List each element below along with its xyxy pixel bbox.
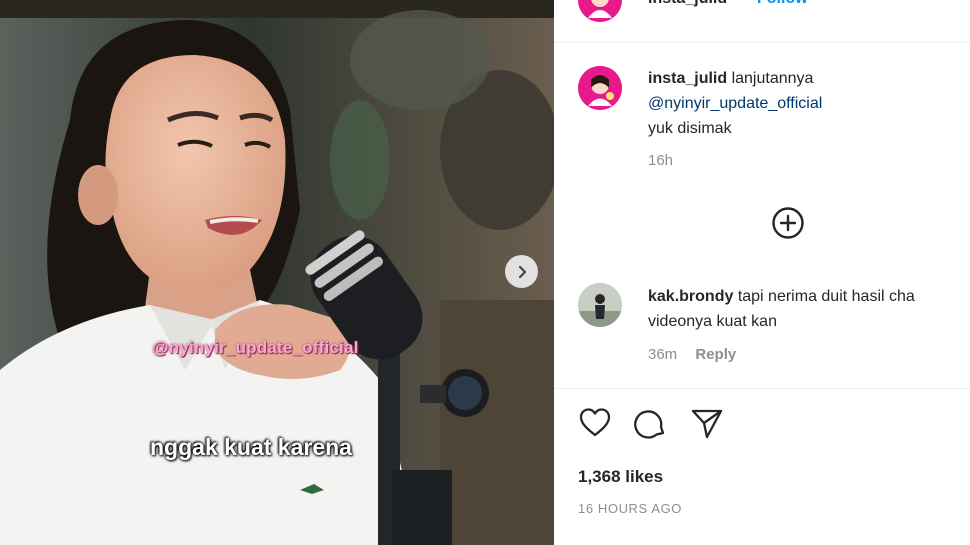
commenter-avatar[interactable] (578, 283, 622, 327)
post-media[interactable]: @nyinyir_update_official nggak kuat kare… (0, 0, 554, 545)
caption-meta: 16h (648, 152, 673, 169)
comment-time: 36m (648, 346, 678, 363)
share-button[interactable] (690, 406, 726, 442)
caption-mention[interactable]: @nyinyir_update_official (648, 95, 822, 112)
load-more-comments-button[interactable] (771, 206, 805, 240)
media-watermark: @nyinyir_update_official (152, 338, 359, 357)
comment-button[interactable] (634, 406, 670, 442)
comment-icon (634, 410, 665, 439)
next-media-button[interactable] (505, 255, 538, 288)
avatar-illustration (578, 0, 622, 22)
post-timestamp: 16 HOURS AGO (578, 501, 683, 516)
follow-button[interactable]: Follow (757, 0, 808, 8)
like-button[interactable] (578, 406, 614, 442)
separator-dot: • (741, 0, 747, 8)
send-icon (691, 409, 723, 439)
comment-line-1: tapi nerima duit hasil cha (737, 288, 915, 305)
likes-count[interactable]: 1,368 likes (578, 467, 663, 487)
comment-item: kak.brondy tapi nerima duit hasil cha vi… (648, 284, 915, 334)
author-avatar[interactable] (578, 0, 622, 22)
caption-avatar[interactable] (578, 66, 622, 110)
post-header: insta_julid • Follow (554, 0, 970, 43)
caption-text: insta_julid lanjutannya @nyinyir_update_… (648, 66, 822, 141)
author-username[interactable]: insta_julid (648, 0, 727, 8)
post-side-panel: insta_julid • Follow insta_julid lanjuta… (554, 0, 970, 545)
heart-icon (579, 408, 611, 437)
caption-username[interactable]: insta_julid (648, 70, 727, 87)
caption-line-1: lanjutannya (731, 70, 814, 87)
comment-meta: 36m Reply (648, 346, 736, 363)
caption-time: 16h (648, 152, 674, 169)
video-frame (0, 0, 554, 545)
comment-line-2: videonya kuat kan (648, 313, 777, 330)
comment-username[interactable]: kak.brondy (648, 288, 733, 305)
reply-button[interactable]: Reply (695, 346, 736, 363)
plus-circle-icon (772, 207, 804, 239)
avatar-illustration (578, 283, 622, 327)
caption-line-3: yuk disimak (648, 120, 732, 137)
chevron-right-icon (518, 265, 526, 278)
video-subtitle: nggak kuat karena (150, 434, 352, 460)
divider (554, 388, 970, 389)
avatar-illustration (578, 66, 622, 110)
